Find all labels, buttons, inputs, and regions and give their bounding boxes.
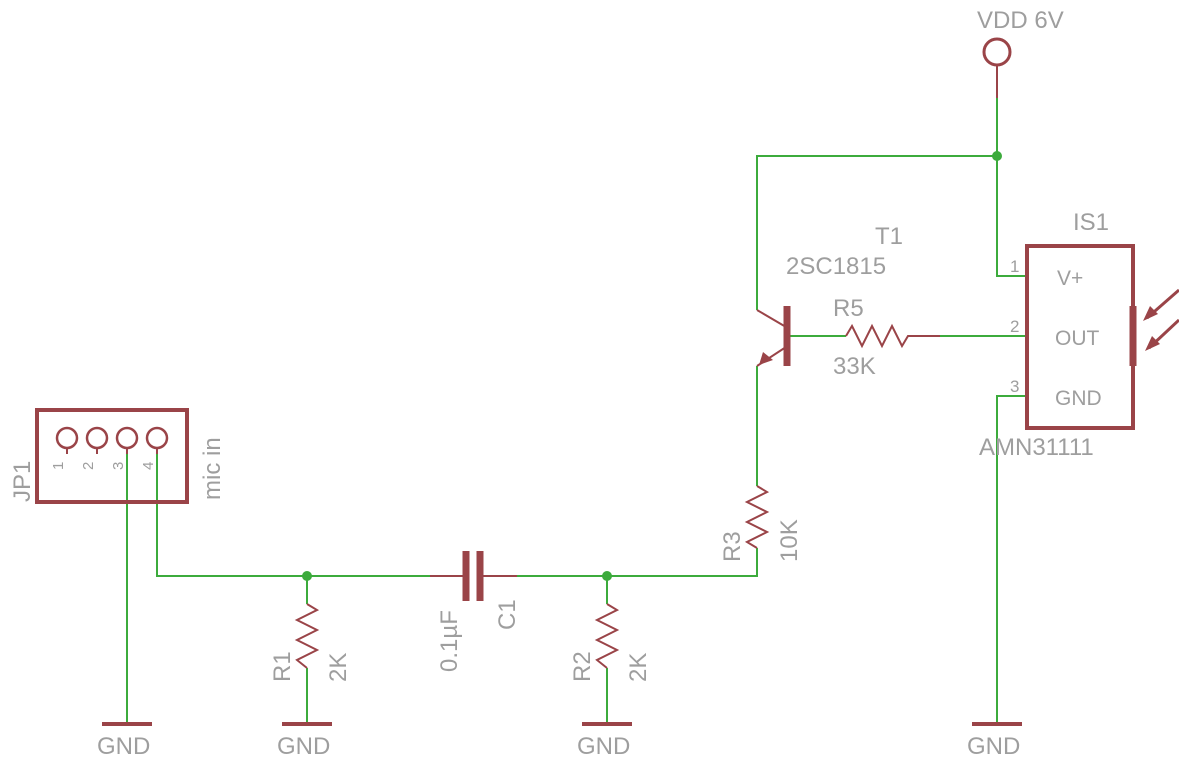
connector-ref: JP1: [9, 461, 36, 502]
supply-terminal: [982, 37, 1012, 67]
connector-pin: [55, 426, 79, 450]
resistor-ref: R5: [833, 295, 864, 322]
connector-pin: [115, 426, 139, 450]
transistor-collector-lead: [756, 309, 787, 328]
connector-body: [35, 408, 189, 504]
wires: [126, 98, 1027, 722]
resistor-zigzag: [845, 323, 940, 349]
wire-mic-c1: [156, 454, 430, 577]
resistor-ref: R1: [269, 651, 296, 682]
connector-pin-number: 3: [110, 462, 127, 470]
sensor-pin-number: 1: [1010, 257, 1019, 276]
junction-dot: [602, 571, 612, 581]
sensor-pin-name: GND: [1055, 387, 1102, 410]
ground-label: GND: [577, 733, 630, 760]
resistor-value: 2K: [625, 653, 652, 682]
connector-pin: [145, 426, 169, 450]
ground-label: GND: [97, 733, 150, 760]
mic-connector-jp1: 1 2 3 4 JP1 mic in: [9, 408, 226, 504]
transistor-ref: T1: [875, 223, 903, 250]
capacitor-value: 0.1µF: [436, 610, 463, 672]
ground-label: GND: [277, 733, 330, 760]
vdd-supply: VDD 6V: [977, 7, 1064, 98]
sensor-pin-number: 2: [1010, 317, 1019, 336]
sensor-pin-number: 3: [1010, 377, 1019, 396]
connector-pin: [85, 426, 109, 450]
sensor-pin-name: OUT: [1055, 327, 1100, 350]
ground-label: GND: [967, 733, 1020, 760]
junctions: [302, 151, 1002, 581]
sensor-part: AMN31111: [979, 434, 1094, 461]
light-arrow-icon: [1143, 306, 1158, 321]
capacitor-ref: C1: [494, 599, 521, 630]
transistor-emitter-arrow: [759, 352, 773, 365]
resistor-value: 33K: [833, 353, 876, 380]
resistor-ref: R3: [719, 531, 746, 562]
sensor-pin-name: V+: [1057, 267, 1083, 290]
connector-pin-number: 2: [80, 462, 97, 470]
transistor-part: 2SC1815: [786, 253, 886, 280]
connector-value: mic in: [199, 437, 226, 500]
supply-label: VDD 6V: [977, 7, 1064, 34]
circuit-schematic: VDD 6V GND GND GND GND 1 2 3 4 JP1 mic i…: [9, 7, 1179, 760]
resistor-value: 10K: [776, 519, 803, 562]
resistor-zigzag: [594, 603, 620, 669]
junction-dot: [992, 151, 1002, 161]
wire-vdd-drop: [996, 98, 1027, 277]
connector-pin-number: 4: [140, 462, 157, 470]
connector-pin-number: 1: [50, 462, 67, 470]
resistor-ref: R2: [569, 651, 596, 682]
resistor-r5: R5 33K: [833, 295, 940, 380]
resistor-zigzag: [744, 485, 770, 549]
connector-pin-lead: [66, 448, 158, 454]
ground-symbols: GND GND GND GND: [97, 722, 1022, 760]
junction-dot: [302, 571, 312, 581]
resistor-r2: R2 2K: [569, 603, 652, 682]
sensor-ref: IS1: [1073, 209, 1109, 236]
resistor-r3: R3 10K: [719, 485, 803, 562]
capacitor-c1: 0.1µF C1: [430, 551, 521, 672]
resistor-zigzag: [294, 603, 320, 669]
resistor-r1: R1 2K: [269, 603, 352, 682]
resistor-value: 2K: [325, 653, 352, 682]
